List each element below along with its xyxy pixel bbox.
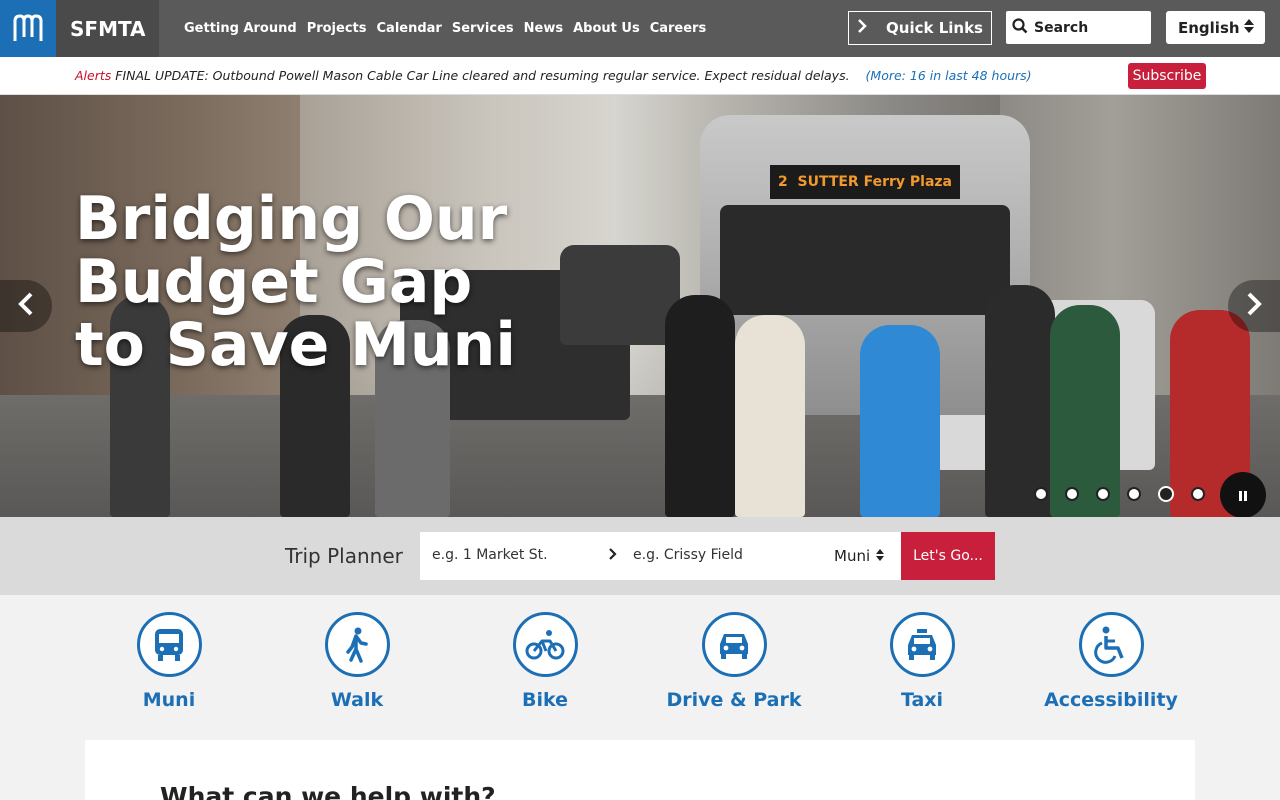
hero-title[interactable]: Bridging Our Budget Gap to Save Muni — [75, 188, 516, 377]
trip-mode-select[interactable]: Muni — [834, 547, 885, 565]
hero-pedestrian — [860, 325, 940, 517]
nav-careers[interactable]: Careers — [650, 21, 707, 36]
bus-icon — [136, 612, 202, 677]
alert-more-link[interactable]: (More: 16 in last 48 hours) — [866, 68, 1032, 83]
alerts-label[interactable]: Alerts — [75, 68, 111, 83]
chevron-right-icon — [857, 19, 867, 37]
mode-label: Walk — [330, 689, 384, 711]
nav-calendar[interactable]: Calendar — [377, 21, 442, 36]
mode-walk[interactable]: Walk — [277, 612, 437, 711]
nav-about-us[interactable]: About Us — [573, 21, 640, 36]
mode-muni[interactable]: Muni — [89, 612, 249, 711]
trip-submit-button[interactable]: Let's Go... — [901, 532, 995, 580]
mode-label: Muni — [142, 689, 196, 711]
carousel-pause-button[interactable] — [1220, 472, 1266, 517]
mode-drive-park[interactable]: Drive & Park — [654, 612, 814, 711]
sort-arrows-icon — [1243, 18, 1255, 38]
subscribe-button[interactable]: Subscribe — [1128, 63, 1206, 89]
carousel-dot[interactable] — [1034, 487, 1048, 501]
carousel-dot-active[interactable] — [1158, 486, 1174, 502]
main-nav: Getting Around Projects Calendar Service… — [184, 0, 706, 57]
search-input[interactable] — [1034, 19, 1144, 36]
car-icon — [701, 612, 767, 677]
sort-arrows-icon — [876, 547, 885, 565]
mode-label: Accessibility — [1044, 689, 1178, 711]
trip-to-input[interactable]: e.g. Crissy Field — [633, 547, 743, 563]
top-header: SFMTA Getting Around Projects Calendar S… — [0, 0, 1280, 57]
mode-taxi[interactable]: Taxi — [842, 612, 1002, 711]
mode-bike[interactable]: Bike — [465, 612, 625, 711]
pause-icon — [1239, 486, 1247, 505]
hero-carousel: 2 SUTTER Ferry Plaza Bridging Our Budget… — [0, 95, 1280, 517]
alert-bar: Alerts FINAL UPDATE: Outbound Powell Mas… — [0, 57, 1280, 95]
brand-name[interactable]: SFMTA — [56, 0, 159, 57]
transport-modes: Muni Walk Bike Drive & Park Taxi Accessi… — [0, 595, 1280, 740]
trip-mode-value: Muni — [834, 547, 871, 565]
wheelchair-icon — [1078, 612, 1144, 677]
carousel-dot[interactable] — [1191, 487, 1205, 501]
hero-car — [560, 245, 680, 345]
alert-body[interactable]: FINAL UPDATE: Outbound Powell Mason Cabl… — [115, 68, 849, 83]
trip-planner-form: e.g. 1 Market St. e.g. Crissy Field Muni — [420, 532, 901, 580]
nav-projects[interactable]: Projects — [307, 21, 367, 36]
quick-links-label: Quick Links — [886, 19, 983, 37]
alert-message[interactable]: Alerts FINAL UPDATE: Outbound Powell Mas… — [75, 68, 1032, 83]
nav-services[interactable]: Services — [452, 21, 514, 36]
chevron-right-icon — [608, 546, 618, 566]
carousel-dot[interactable] — [1127, 487, 1141, 501]
carousel-prev-button[interactable] — [0, 280, 52, 332]
sfmta-logo-icon[interactable] — [0, 0, 56, 57]
trip-from-input[interactable]: e.g. 1 Market St. — [432, 547, 548, 563]
mode-label: Drive & Park — [666, 689, 802, 711]
trip-planner: Trip Planner e.g. 1 Market St. e.g. Cris… — [0, 517, 1280, 595]
nav-getting-around[interactable]: Getting Around — [184, 21, 297, 36]
chevron-right-icon — [1246, 292, 1262, 320]
bike-icon — [512, 612, 578, 677]
search-icon — [1012, 17, 1028, 38]
walk-icon — [324, 612, 390, 677]
language-select[interactable]: English — [1166, 11, 1265, 44]
mode-accessibility[interactable]: Accessibility — [1031, 612, 1191, 711]
taxi-icon — [889, 612, 955, 677]
bus-windshield — [720, 205, 1010, 315]
hero-pedestrian — [985, 285, 1055, 517]
chevron-left-icon — [18, 292, 34, 320]
hero-pedestrian — [735, 315, 805, 517]
mode-label: Bike — [521, 689, 568, 711]
mode-label: Taxi — [900, 689, 944, 711]
help-title: What can we help with? — [160, 782, 496, 800]
hero-pedestrian — [665, 295, 735, 517]
help-card: What can we help with? — [85, 740, 1195, 800]
language-value: English — [1178, 18, 1240, 37]
nav-news[interactable]: News — [524, 21, 563, 36]
quick-links-button[interactable]: Quick Links — [848, 11, 992, 45]
trip-planner-label: Trip Planner — [285, 544, 403, 568]
search-field[interactable] — [1006, 11, 1151, 44]
carousel-next-button[interactable] — [1228, 280, 1280, 332]
carousel-dot[interactable] — [1096, 487, 1110, 501]
hero-pedestrian — [1050, 305, 1120, 517]
bus-destination-sign: 2 SUTTER Ferry Plaza — [770, 165, 960, 199]
carousel-dots — [1034, 486, 1205, 502]
carousel-dot[interactable] — [1065, 487, 1079, 501]
